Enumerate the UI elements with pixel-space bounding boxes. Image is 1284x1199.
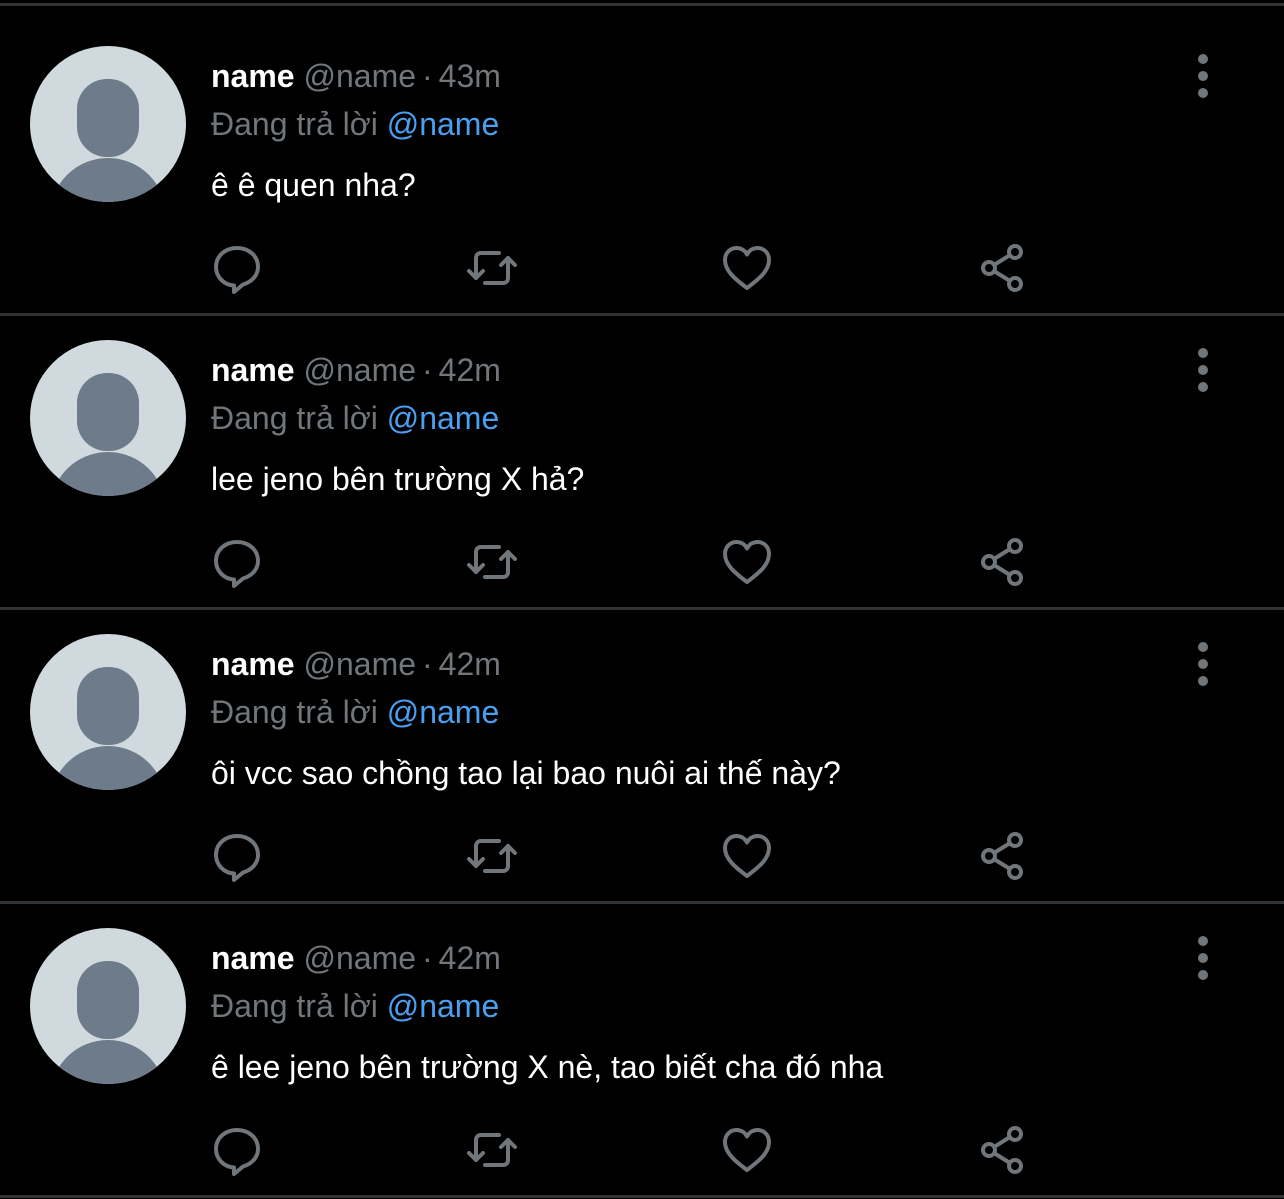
- tweet-item[interactable]: name @name · 42m Đang trả lời @name ôi vcc…: [0, 590, 1284, 882]
- separator-dot: ·: [422, 646, 433, 682]
- tweet-text: ê ê quen nha?: [211, 167, 416, 203]
- display-name[interactable]: name: [211, 940, 295, 976]
- retweet-icon[interactable]: [466, 1124, 518, 1176]
- separator-dot: ·: [422, 940, 433, 976]
- share-icon[interactable]: [976, 830, 1028, 882]
- user-handle[interactable]: @name: [303, 352, 416, 388]
- tweet-text: ôi vcc sao chồng tao lại bao nuôi ai thế…: [211, 755, 841, 791]
- timestamp[interactable]: 42m: [439, 646, 501, 682]
- more-vertical-icon[interactable]: [1186, 348, 1220, 392]
- retweet-icon[interactable]: [466, 242, 518, 294]
- user-handle[interactable]: @name: [303, 58, 416, 94]
- display-name[interactable]: name: [211, 58, 295, 94]
- user-handle[interactable]: @name: [303, 646, 416, 682]
- tweet-item[interactable]: name @name · 42m Đang trả lời @name lee je…: [0, 296, 1284, 588]
- avatar[interactable]: [30, 340, 186, 496]
- heart-icon[interactable]: [721, 830, 773, 882]
- replying-to-label: Đang trả lời: [211, 694, 378, 730]
- reply-icon[interactable]: [211, 536, 263, 588]
- reply-icon[interactable]: [211, 1124, 263, 1176]
- reply-mention-link[interactable]: @name: [387, 988, 500, 1024]
- replying-to: Đang trả lời @name: [211, 690, 499, 734]
- retweet-icon[interactable]: [466, 536, 518, 588]
- replying-to: Đang trả lời @name: [211, 102, 499, 146]
- timestamp[interactable]: 42m: [439, 352, 501, 388]
- more-vertical-icon[interactable]: [1186, 642, 1220, 686]
- more-vertical-icon[interactable]: [1186, 54, 1220, 98]
- tweet-header: name @name · 43m: [211, 54, 501, 98]
- retweet-icon[interactable]: [466, 830, 518, 882]
- separator-dot: ·: [422, 58, 433, 94]
- reply-mention-link[interactable]: @name: [387, 106, 500, 142]
- heart-icon[interactable]: [721, 536, 773, 588]
- display-name[interactable]: name: [211, 352, 295, 388]
- heart-icon[interactable]: [721, 242, 773, 294]
- separator-dot: ·: [422, 352, 433, 388]
- timestamp[interactable]: 42m: [439, 940, 501, 976]
- heart-icon[interactable]: [721, 1124, 773, 1176]
- tweet-header: name @name · 42m: [211, 642, 501, 686]
- avatar[interactable]: [30, 46, 186, 202]
- replying-to: Đang trả lời @name: [211, 984, 499, 1028]
- replying-to-label: Đang trả lời: [211, 106, 378, 142]
- share-icon[interactable]: [976, 242, 1028, 294]
- tweet-text: lee jeno bên trường X hả?: [211, 461, 585, 497]
- replying-to-label: Đang trả lời: [211, 400, 378, 436]
- replying-to-label: Đang trả lời: [211, 988, 378, 1024]
- reply-mention-link[interactable]: @name: [387, 694, 500, 730]
- display-name[interactable]: name: [211, 646, 295, 682]
- user-handle[interactable]: @name: [303, 940, 416, 976]
- more-vertical-icon[interactable]: [1186, 936, 1220, 980]
- reply-feed: name @name · 43m Đang trả lời @name ê ê qu…: [0, 0, 1284, 1199]
- tweet-header: name @name · 42m: [211, 348, 501, 392]
- tweet-item[interactable]: name @name · 42m Đang trả lời @name ê lee …: [0, 884, 1284, 1176]
- share-icon[interactable]: [976, 1124, 1028, 1176]
- reply-icon[interactable]: [211, 830, 263, 882]
- avatar[interactable]: [30, 634, 186, 790]
- reply-icon[interactable]: [211, 242, 263, 294]
- tweet-header: name @name · 42m: [211, 936, 501, 980]
- tweet-item[interactable]: name @name · 43m Đang trả lời @name ê ê qu…: [0, 2, 1284, 294]
- avatar[interactable]: [30, 928, 186, 1084]
- divider: [0, 1195, 1284, 1198]
- reply-mention-link[interactable]: @name: [387, 400, 500, 436]
- share-icon[interactable]: [976, 536, 1028, 588]
- timestamp[interactable]: 43m: [439, 58, 501, 94]
- tweet-text: ê lee jeno bên trường X nè, tao biết cha…: [211, 1049, 884, 1085]
- replying-to: Đang trả lời @name: [211, 396, 499, 440]
